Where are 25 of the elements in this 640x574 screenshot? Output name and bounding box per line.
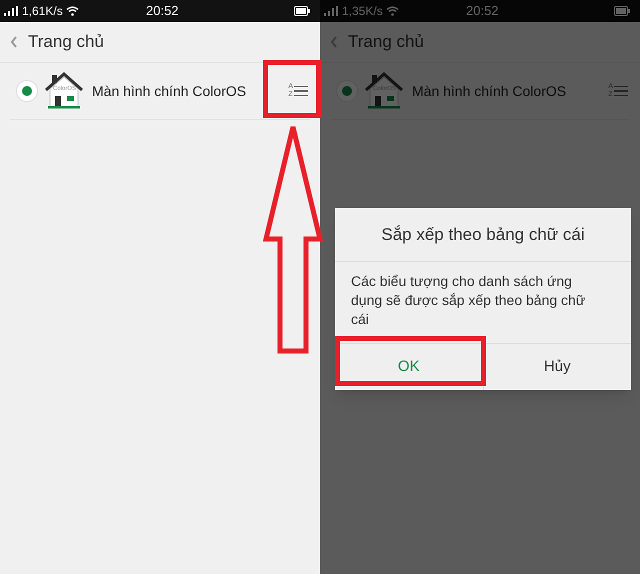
- dialog-message: Các biểu tượng cho danh sách ứng dụng sẽ được sắp xếp theo bảng chữ cái: [351, 272, 586, 329]
- highlight-frame: [263, 60, 321, 118]
- dialog-button[interactable]: Hủy: [484, 344, 631, 390]
- radio-button[interactable]: [16, 80, 38, 102]
- wifi-icon: [386, 6, 399, 16]
- dialog-button[interactable]: OK: [335, 344, 484, 390]
- house-icon: [364, 71, 404, 111]
- dialog-title: Sắp xếp theo bảng chữ cái: [381, 224, 585, 246]
- clock-time: 20:52: [146, 2, 179, 20]
- page-title: Trang chủ: [348, 31, 424, 54]
- network-speed: 1,35K/s: [342, 3, 383, 20]
- item-label: Màn hình chính ColorOS: [412, 82, 566, 100]
- signal-icon: [4, 6, 18, 16]
- back-icon[interactable]: [10, 36, 18, 48]
- item-label: Màn hình chính ColorOS: [92, 82, 246, 100]
- radio-button[interactable]: [336, 80, 358, 102]
- signal-icon: [324, 6, 338, 16]
- house-icon: [44, 71, 84, 111]
- clock-time: 20:52: [466, 2, 499, 20]
- network-speed: 1,61K/s: [22, 3, 63, 20]
- battery-icon: [294, 6, 310, 16]
- battery-icon: [614, 6, 630, 16]
- back-icon[interactable]: [330, 36, 338, 48]
- wifi-icon: [66, 6, 79, 16]
- page-title: Trang chủ: [28, 31, 104, 54]
